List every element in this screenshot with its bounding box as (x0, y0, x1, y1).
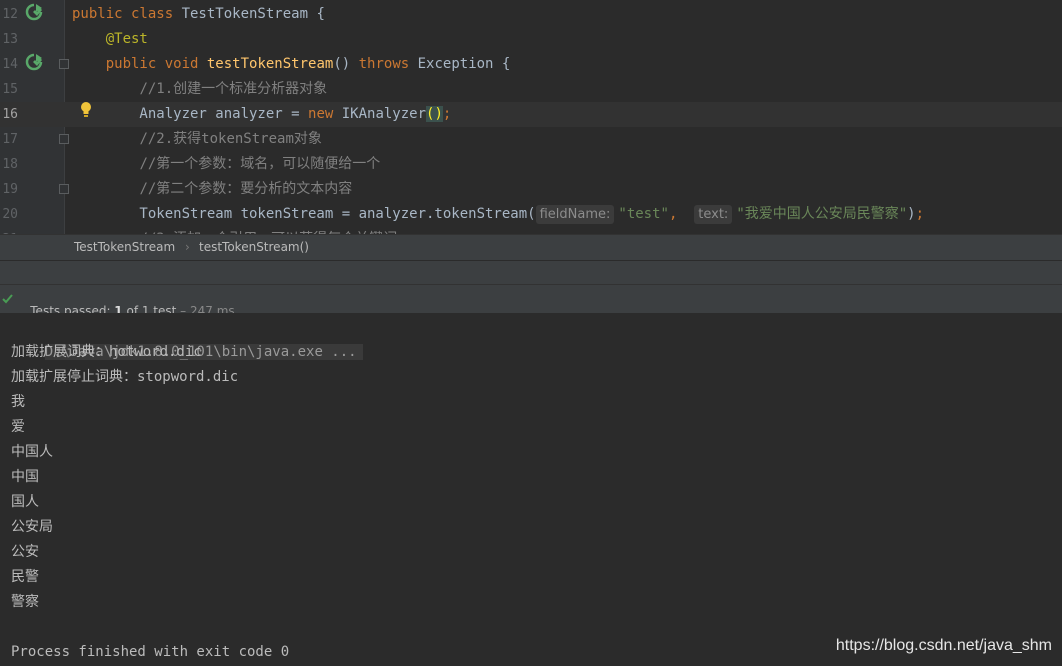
code-token: ) (907, 206, 916, 222)
code-token: public class (72, 6, 182, 22)
line-number: 20 (2, 207, 18, 222)
code-line[interactable]: 18 //第一个参数：域名，可以随便给一个 (0, 152, 1062, 177)
code-token: Analyzer analyzer = (72, 106, 309, 122)
console-line: 民警 (11, 569, 39, 585)
code-token: ; (915, 206, 925, 222)
fold-marker-icon[interactable] (59, 184, 69, 194)
line-number: 19 (2, 182, 18, 197)
run-console[interactable]: D:\Java\jdk1.8.0_101\bin\java.exe ... 加载… (0, 313, 1062, 666)
code-line[interactable]: 21 //3.添加一个引用，可以获得每个关键词 (0, 227, 1062, 234)
parameter-hint: fieldName: (535, 205, 615, 224)
code-text[interactable]: //第一个参数：域名，可以随便给一个 (72, 152, 380, 177)
code-text[interactable]: public class TestTokenStream { (72, 2, 325, 27)
console-line: 公安局 (11, 519, 53, 535)
fold-marker-icon[interactable] (59, 59, 69, 69)
code-token: throws (358, 56, 418, 72)
code-line[interactable]: 20 TokenStream tokenStream = analyzer.to… (0, 202, 1062, 227)
console-line: 爱 (11, 419, 25, 435)
console-line: 公安 (11, 544, 39, 560)
line-number: 13 (2, 32, 18, 47)
code-token: "test" (618, 206, 669, 222)
line-number: 18 (2, 157, 18, 172)
code-line[interactable]: 17 //2.获得tokenStream对象 (0, 127, 1062, 152)
breadcrumb-class[interactable]: TestTokenStream (74, 240, 175, 254)
code-text[interactable]: //3.添加一个引用，可以获得每个关键词 (72, 227, 397, 234)
console-line: 警察 (11, 594, 39, 610)
code-text[interactable]: TokenStream tokenStream = analyzer.token… (72, 202, 924, 227)
console-line: Process finished with exit code 0 (11, 644, 290, 660)
line-number: 12 (2, 7, 18, 22)
code-text[interactable]: public void testTokenStream() throws Exc… (72, 52, 511, 77)
line-number: 17 (2, 132, 18, 147)
console-line: 我 (11, 394, 25, 410)
line-number: 15 (2, 82, 18, 97)
watermark-url: https://blog.csdn.net/java_shm (835, 637, 1052, 654)
code-editor[interactable]: 12 public class TestTokenStream {13 @Test… (0, 0, 1062, 234)
panel-divider[interactable] (0, 260, 1062, 285)
run-test-icon[interactable] (25, 3, 43, 21)
code-line[interactable]: 19 //第二个参数：要分析的文本内容 (0, 177, 1062, 202)
code-token: ; (442, 106, 452, 122)
code-token: TestTokenStream { (181, 6, 325, 22)
code-token: //第二个参数：要分析的文本内容 (139, 181, 353, 197)
code-token: () (426, 106, 443, 122)
code-text[interactable]: //第二个参数：要分析的文本内容 (72, 177, 352, 202)
breadcrumb-method[interactable]: testTokenStream() (199, 240, 309, 254)
code-text[interactable]: @Test (72, 27, 148, 52)
code-line[interactable]: 12 public class TestTokenStream { (0, 2, 1062, 27)
code-token: //1.创建一个标准分析器对象 (139, 81, 328, 97)
code-token: public void (105, 56, 207, 72)
checkmark-icon (2, 294, 13, 304)
line-number: 14 (2, 57, 18, 72)
code-token: //2.获得tokenStream对象 (139, 131, 322, 147)
code-line[interactable]: 14 public void testTokenStream() throws … (0, 52, 1062, 77)
console-line: 中国人 (11, 444, 53, 460)
console-line: 中国 (11, 469, 39, 485)
code-token: testTokenStream (206, 56, 334, 72)
code-token: Exception { (417, 56, 511, 72)
code-token: , (668, 206, 695, 222)
code-token: TokenStream tokenStream = analyzer.token… (72, 206, 536, 222)
run-test-icon[interactable] (25, 53, 43, 71)
lightbulb-icon[interactable] (79, 101, 93, 119)
code-line[interactable]: 15 //1.创建一个标准分析器对象 (0, 77, 1062, 102)
code-token: new (308, 106, 342, 122)
code-token: "我爱中国人公安局民警察" (736, 206, 908, 222)
code-line[interactable]: 13 @Test (0, 27, 1062, 52)
code-token: //第一个参数：域名，可以随便给一个 (139, 156, 381, 172)
code-text[interactable]: Analyzer analyzer = new IKAnalyzer(); (72, 102, 451, 127)
code-token: @Test (105, 31, 148, 47)
breadcrumb-separator: › (185, 240, 190, 254)
console-line: 加载扩展词典：hotword.dic (11, 344, 202, 360)
line-number: 21 (0, 227, 18, 234)
code-line[interactable]: 16 Analyzer analyzer = new IKAnalyzer(); (0, 102, 1062, 127)
code-text[interactable]: //2.获得tokenStream对象 (72, 127, 322, 152)
parameter-hint: text: (694, 205, 733, 224)
test-status-bar: Tests passed: 1 of 1 test – 247 ms (0, 284, 1062, 318)
console-line: 加载扩展停止词典：stopword.dic (11, 369, 239, 385)
breadcrumb: TestTokenStream › testTokenStream() (0, 234, 1062, 261)
code-token: () (333, 56, 359, 72)
code-token: IKAnalyzer (341, 106, 427, 122)
line-number: 16 (2, 107, 18, 122)
code-text[interactable]: //1.创建一个标准分析器对象 (72, 77, 327, 102)
console-line: 国人 (11, 494, 39, 510)
fold-marker-icon[interactable] (59, 134, 69, 144)
